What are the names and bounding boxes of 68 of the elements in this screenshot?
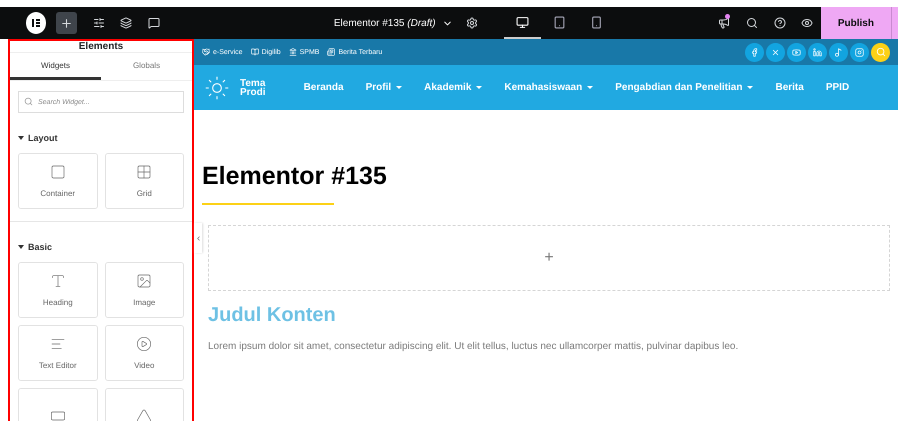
collapse-panel-handle[interactable] <box>194 223 202 253</box>
tablet-icon <box>553 16 566 28</box>
news-icon <box>327 48 336 56</box>
facebook-social-button[interactable] <box>745 42 764 62</box>
plus-icon <box>60 16 74 30</box>
page-title: Elementor #135 <box>202 162 388 191</box>
add-section-button[interactable]: + <box>208 225 890 291</box>
chevron-left-icon <box>194 234 202 242</box>
widget-card[interactable]: Grid <box>104 153 184 209</box>
nav-link[interactable]: PPID <box>826 82 850 93</box>
linkedin-logo-icon <box>813 48 822 56</box>
text-icon <box>50 336 66 352</box>
nav-link[interactable]: Pengabdian dan Penelitian <box>615 82 754 93</box>
megaphone-icon <box>718 17 730 29</box>
nav-link[interactable]: Berita <box>775 82 804 93</box>
heading-icon <box>50 273 66 289</box>
layers-icon <box>120 17 132 29</box>
widget-card[interactable]: Video <box>104 325 184 381</box>
nav-link[interactable]: Akademik <box>424 82 482 93</box>
category-header[interactable]: Basic <box>18 242 52 252</box>
widget-card[interactable]: Container <box>18 153 98 209</box>
emblem-icon <box>204 74 230 100</box>
help-icon <box>774 17 786 29</box>
widget-card[interactable]: Heading <box>18 262 98 318</box>
search-icon <box>746 17 758 29</box>
publish-button[interactable]: Publish <box>821 7 891 39</box>
panel-title: Elements <box>10 41 192 53</box>
search-icon <box>24 97 33 106</box>
eye-icon <box>801 17 814 29</box>
speech-bubble-icon <box>148 17 160 29</box>
site-search-button[interactable] <box>871 42 890 62</box>
image-icon <box>136 273 152 289</box>
container-icon <box>50 164 66 180</box>
instagram-social-button[interactable] <box>850 42 869 62</box>
book-icon <box>250 48 259 56</box>
youtube-social-button[interactable] <box>787 42 806 62</box>
youtube-logo-icon <box>792 48 801 56</box>
grid-icon <box>136 164 152 180</box>
tiktok-social-button[interactable] <box>829 42 848 62</box>
panel-tab[interactable]: Globals <box>101 53 192 80</box>
x-social-button[interactable] <box>766 42 785 62</box>
video-icon <box>136 336 152 352</box>
bank-icon <box>288 48 297 56</box>
content-heading: Judul Konten <box>208 304 337 327</box>
document-title-button[interactable]: Elementor #135 (Draft) <box>328 8 459 38</box>
handshake-icon <box>202 48 210 56</box>
desktop-icon <box>516 16 530 28</box>
divider-icon <box>136 408 152 421</box>
tiktok-logo-icon <box>834 48 843 56</box>
nav-link[interactable]: Kemahasiswaan <box>504 82 594 93</box>
widget-card[interactable]: Image <box>104 262 184 318</box>
x-logo-icon <box>771 48 780 56</box>
linkedin-social-button[interactable] <box>808 42 827 62</box>
panel-tab[interactable]: Widgets <box>10 53 101 80</box>
nav-link[interactable]: Beranda <box>304 82 344 93</box>
settings-icon <box>466 17 478 29</box>
category-header[interactable]: Layout <box>18 133 58 143</box>
search-icon <box>876 47 886 57</box>
facebook-logo-icon <box>750 48 759 56</box>
add-button[interactable] <box>56 12 77 34</box>
mobile-icon <box>590 16 604 28</box>
brand-name: Tema Prodi <box>240 78 266 96</box>
widget-card[interactable]: Text Editor <box>18 325 98 381</box>
nav-link[interactable]: Profil <box>366 82 402 93</box>
instagram-logo-icon <box>855 48 864 56</box>
app-logo[interactable] <box>26 12 46 34</box>
sliders-icon <box>92 17 105 29</box>
content-paragraph: Lorem ipsum dolor sit amet, consectetur adipiscing elit. Ut elit tellus, luctus nec ullamcorper mattis, pulvinar dapibus leo. <box>208 341 740 352</box>
